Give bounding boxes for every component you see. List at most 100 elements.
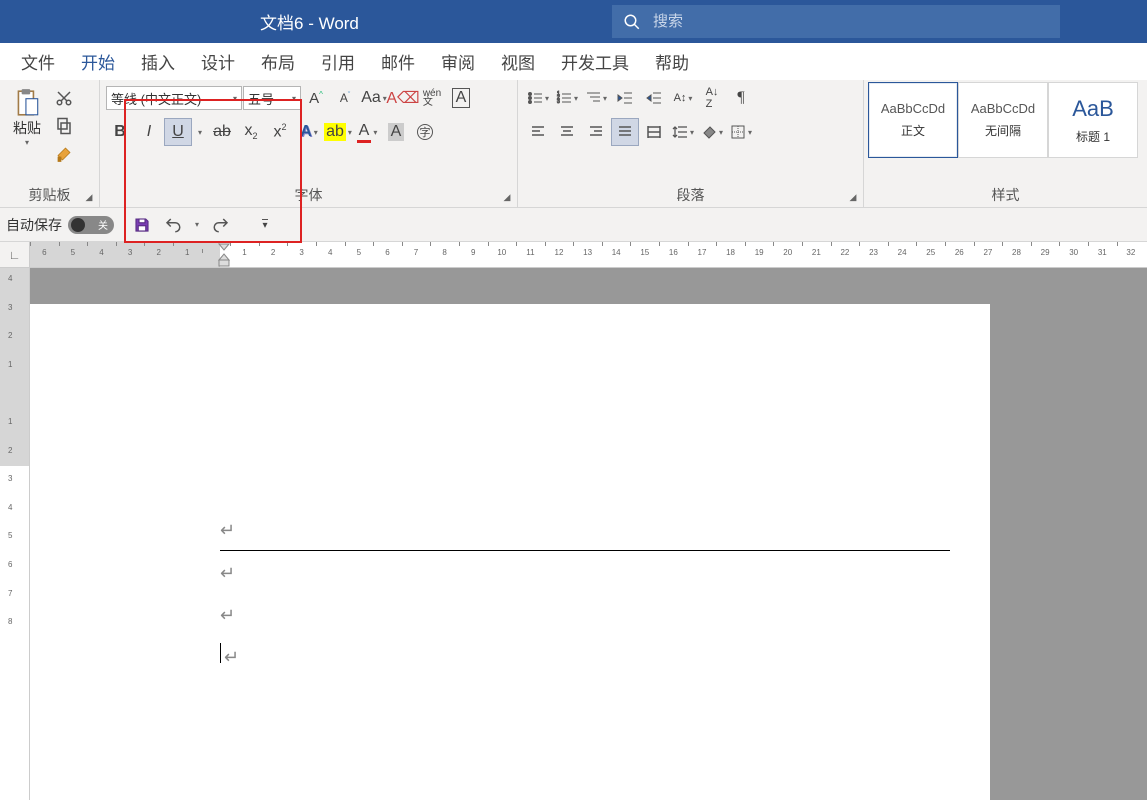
bullets-icon (527, 90, 543, 106)
tab-view[interactable]: 视图 (488, 43, 548, 80)
increase-indent-button[interactable] (640, 84, 668, 112)
tab-review[interactable]: 审阅 (428, 43, 488, 80)
multilevel-icon (585, 90, 601, 106)
char-shading-button[interactable]: A (382, 118, 410, 146)
page-content[interactable]: ↵ ↵ ↵ ↵ (220, 516, 950, 685)
redo-icon (212, 216, 230, 234)
phonetic-guide-button[interactable]: wén文 (418, 84, 446, 112)
undo-split[interactable]: ▾ (190, 211, 204, 239)
save-button[interactable] (128, 211, 156, 239)
ribbon: 粘贴 ▾ 剪贴板 ◢ 等线 (中文正文)▾ 五号▾ A^ Aˇ Aa A⌫ wé… (0, 80, 1147, 208)
paragraph-mark-icon: ↵ (220, 563, 235, 584)
tab-mailings[interactable]: 邮件 (368, 43, 428, 80)
search-icon (623, 13, 641, 31)
format-painter-button[interactable] (50, 140, 78, 168)
subscript-button[interactable]: x2 (237, 118, 265, 146)
decrease-indent-button[interactable] (611, 84, 639, 112)
strikethrough-button[interactable]: ab (208, 118, 236, 146)
change-case-button[interactable]: Aa (360, 84, 388, 112)
italic-button[interactable]: I (135, 118, 163, 146)
line-spacing-button[interactable] (669, 118, 697, 146)
doc-name: 文档6 (260, 14, 303, 33)
ruler-horizontal[interactable]: ∟ 65432112345678910111213141516171819202… (0, 242, 1147, 268)
borders-button[interactable] (727, 118, 755, 146)
ruler-h-numbers: 6543211234567891011121314151617181920212… (30, 248, 1145, 257)
align-left-button[interactable] (524, 118, 552, 146)
bold-button[interactable]: B (106, 118, 134, 146)
superscript-button[interactable]: x2 (266, 118, 294, 146)
tab-insert[interactable]: 插入 (128, 43, 188, 80)
numbering-icon: 123 (556, 90, 572, 106)
copy-button[interactable] (50, 112, 78, 140)
group-clipboard: 粘贴 ▾ 剪贴板 ◢ (0, 80, 100, 207)
undo-button[interactable] (159, 211, 187, 239)
ribbon-tabs: 文件 开始 插入 设计 布局 引用 邮件 审阅 视图 开发工具 帮助 (0, 43, 1147, 80)
clear-formatting-button[interactable]: A⌫ (389, 84, 417, 112)
align-center-icon (559, 124, 575, 140)
chevron-down-icon: ▾ (292, 94, 296, 103)
numbering-button[interactable]: 123 (553, 84, 581, 112)
justify-icon (617, 124, 633, 140)
group-label-styles: 样式 (864, 185, 1147, 207)
search-input[interactable] (653, 13, 1023, 30)
paste-button[interactable]: 粘贴 ▾ (6, 84, 48, 158)
paragraph-line[interactable]: ↵ (220, 516, 950, 558)
bullets-button[interactable] (524, 84, 552, 112)
page[interactable]: ↵ ↵ ↵ ↵ (30, 304, 990, 800)
search-box[interactable] (612, 5, 1060, 38)
align-right-button[interactable] (582, 118, 610, 146)
toggle-knob (71, 218, 85, 232)
underline-button[interactable]: U (164, 118, 192, 146)
align-right-icon (588, 124, 604, 140)
show-marks-button[interactable]: ¶ (727, 84, 755, 112)
underline-split[interactable]: ▾ (193, 118, 207, 146)
group-font: 等线 (中文正文)▾ 五号▾ A^ Aˇ Aa A⌫ wén文 A B I U … (100, 80, 518, 207)
grow-font-button[interactable]: A^ (302, 84, 330, 112)
cut-button[interactable] (50, 84, 78, 112)
font-color-button[interactable]: A (353, 118, 381, 146)
clipboard-launcher[interactable]: ◢ (81, 189, 97, 205)
tab-home[interactable]: 开始 (68, 43, 128, 80)
group-styles: AaBbCcDd 正文 AaBbCcDd 无间隔 AaB 标题 1 样式 (864, 80, 1147, 207)
text-effects-button[interactable]: A (295, 118, 323, 146)
font-size-combo[interactable]: 五号▾ (243, 86, 301, 110)
distribute-button[interactable] (640, 118, 668, 146)
text-cursor (220, 643, 221, 663)
enclose-char-button[interactable]: 字 (411, 118, 439, 146)
tab-file[interactable]: 文件 (8, 43, 68, 80)
paragraph-line[interactable]: ↵ (220, 559, 950, 601)
chevron-down-icon: ▾ (25, 138, 29, 147)
tab-developer[interactable]: 开发工具 (548, 43, 642, 80)
indent-marker[interactable] (218, 242, 230, 268)
tab-help[interactable]: 帮助 (642, 43, 702, 80)
tab-design[interactable]: 设计 (188, 43, 248, 80)
style-no-spacing[interactable]: AaBbCcDd 无间隔 (958, 82, 1048, 158)
svg-text:3: 3 (557, 99, 560, 105)
ruler-vertical[interactable]: 432112345678 (0, 268, 30, 800)
paragraph-line[interactable]: ↵ (220, 643, 950, 685)
paragraph-line[interactable]: ↵ (220, 601, 950, 643)
qat-customize[interactable]: ▾ (251, 211, 279, 239)
justify-button[interactable] (611, 118, 639, 146)
char-border-button[interactable]: A (447, 84, 475, 112)
font-launcher[interactable]: ◢ (499, 189, 515, 205)
asian-layout-button[interactable]: A↕ (669, 84, 697, 112)
shading-button[interactable] (698, 118, 726, 146)
align-center-button[interactable] (553, 118, 581, 146)
multilevel-list-button[interactable] (582, 84, 610, 112)
group-label-paragraph: 段落 (518, 185, 863, 207)
sort-button[interactable]: A↓Z (698, 84, 726, 112)
style-normal[interactable]: AaBbCcDd 正文 (868, 82, 958, 158)
indent-icon (646, 90, 662, 106)
tab-selector[interactable]: ∟ (0, 242, 30, 268)
tab-references[interactable]: 引用 (308, 43, 368, 80)
document-area[interactable]: ↵ ↵ ↵ ↵ (30, 268, 1147, 800)
highlight-button[interactable]: ab (324, 118, 352, 146)
autosave-toggle[interactable]: 关 (68, 216, 114, 234)
redo-button[interactable] (207, 211, 235, 239)
paragraph-launcher[interactable]: ◢ (845, 189, 861, 205)
style-heading1[interactable]: AaB 标题 1 (1048, 82, 1138, 158)
tab-layout[interactable]: 布局 (248, 43, 308, 80)
font-name-combo[interactable]: 等线 (中文正文)▾ (106, 86, 242, 110)
shrink-font-button[interactable]: Aˇ (331, 84, 359, 112)
